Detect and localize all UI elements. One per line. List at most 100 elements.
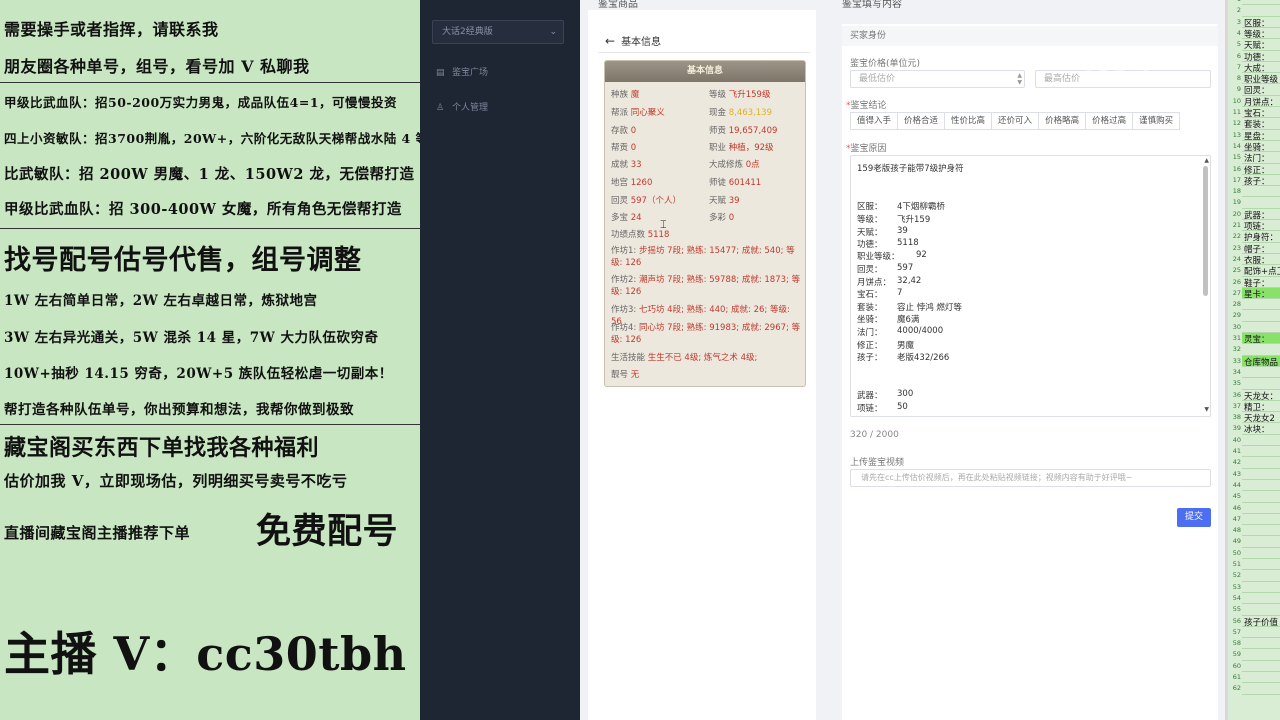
sheet-row-number: 20 <box>1232 209 1241 218</box>
sheet-cell-label[interactable]: 孩子： <box>1244 175 1270 187</box>
sheet-cell-label[interactable]: 天赋： <box>1244 39 1270 51</box>
conclusion-option[interactable]: 谨慎购买 <box>1132 112 1181 130</box>
conclusion-option[interactable]: 价格略高 <box>1038 112 1087 130</box>
sheet-row-number: 34 <box>1232 367 1241 376</box>
stepper-icon[interactable]: ▲ ▼ <box>1017 72 1022 86</box>
sheet-row-number: 36 <box>1232 390 1241 399</box>
sheet-cell-label[interactable]: 灵宝： <box>1244 333 1270 345</box>
sheet-cell-label[interactable]: 宝石： <box>1244 107 1270 119</box>
video-link-input[interactable]: 请先在cc上传估价视频后，再在此处粘贴视频链接；视频内容有助于好评哦~ <box>850 469 1211 487</box>
back-button[interactable]: ← 基本信息 <box>605 33 661 48</box>
sheet-row-number: 41 <box>1232 447 1241 455</box>
scroll-up-icon[interactable]: ▲ <box>1204 157 1209 164</box>
reason-value: 4下烟柳霸桥 <box>897 202 945 212</box>
ad-separator <box>0 228 420 229</box>
sheet-row-number: 48 <box>1232 526 1241 535</box>
game-version-select[interactable]: 大话2经典版 ⌄ <box>432 20 564 44</box>
sheet-row-line <box>1242 671 1280 672</box>
sheet-cell-label[interactable]: 套装： <box>1244 118 1270 130</box>
workshop-row: 作坊2: 潮声坊 7段; 熟练: 59788; 成就: 1873; 等级: 12… <box>611 275 801 297</box>
sheet-cell-label[interactable]: 精卫： <box>1244 401 1270 413</box>
sheet-row-number: 39 <box>1232 424 1241 433</box>
reason-value: 300 <box>897 389 914 399</box>
sheet-cell-label[interactable]: 衣服： <box>1244 254 1270 266</box>
ad-line: 主播 V：cc30tbh <box>4 627 407 681</box>
reason-value: 4000/4000 <box>897 326 944 336</box>
sheet-row-line <box>1242 591 1280 593</box>
sheet-cell-label[interactable]: 星盘： <box>1244 130 1270 142</box>
sheet-row-line <box>1242 693 1280 695</box>
ad-line: 四上小资敏队：招3700荆胤，20W+，六阶化无敌队天梯帮战水陆 4 等 1 <box>4 131 420 146</box>
sheet-cell-label[interactable]: 天龙女2 <box>1244 412 1275 424</box>
sheet-row-line <box>1242 445 1280 446</box>
info-field: 种族 魔 <box>611 90 640 100</box>
ad-overlay-panel: 需要操手或者指挥，请联系我 朋友圈各种单号，组号，看号加 V 私聊我 甲级比武血… <box>0 0 420 720</box>
ad-line: 10W+抽秒 14.15 穷奇，20W+5 族队伍轻松虐一切副本！ <box>4 366 393 382</box>
conclusion-option[interactable]: 还价可入 <box>991 112 1040 130</box>
reason-value: 39 <box>897 226 908 236</box>
market-icon: ▤ <box>436 68 445 78</box>
sheet-cell-label[interactable]: 法门： <box>1244 152 1270 164</box>
sheet-cell-label[interactable]: 配饰+点卫 <box>1244 265 1280 277</box>
sheet-cell-label[interactable]: 星卡： <box>1244 288 1270 300</box>
sheet-row-line <box>1242 648 1280 650</box>
sidebar-item-label: 个人管理 <box>452 103 489 113</box>
sidebar-item-market[interactable]: ▤ 鉴宝广场 <box>436 65 488 78</box>
sidebar-item-personal[interactable]: ♙ 个人管理 <box>436 100 488 113</box>
min-price-input[interactable]: 最低估价 ▲ ▼ <box>850 70 1025 88</box>
sheet-row-line <box>1242 501 1280 503</box>
conclusion-option[interactable]: 价格过高 <box>1085 112 1134 130</box>
sheet-cell-label[interactable]: 职业等级 <box>1244 73 1278 85</box>
sheet-cell-label[interactable]: 等级： <box>1244 28 1270 40</box>
sheet-cell-label[interactable]: 鞋子： <box>1244 277 1270 289</box>
sheet-cell-label[interactable]: 修正： <box>1244 164 1270 176</box>
reason-textarea[interactable]: 159老版孩子能带7级护身符 区服： 4下烟柳霸桥 等级： 飞升159 天赋： … <box>850 155 1211 417</box>
sheet-row-number: 27 <box>1232 288 1241 297</box>
sheet-row-number: 26 <box>1232 277 1241 286</box>
scroll-down-icon[interactable]: ▼ <box>1204 406 1209 413</box>
sheet-cell-label[interactable]: 护身符： <box>1244 231 1278 243</box>
sheet-cell-label[interactable]: 冰块： <box>1244 423 1270 435</box>
info-field: 大成修炼 0点 <box>709 160 760 170</box>
reason-value: 男魔 <box>897 341 915 351</box>
sheet-row-line <box>1242 637 1280 639</box>
sheet-row-line <box>1242 524 1280 526</box>
sheet-cell-label[interactable]: 功德： <box>1244 51 1270 63</box>
sheet-row-number: 38 <box>1232 413 1241 422</box>
sheet-row-number: 45 <box>1232 492 1241 501</box>
sheet-cell-label[interactable]: 天龙女： <box>1244 390 1278 402</box>
sheet-row-number: 35 <box>1232 379 1241 388</box>
sheet-cell-label[interactable]: 大成： <box>1244 62 1270 74</box>
sheet-row-number: 47 <box>1232 514 1241 523</box>
ad-line: 朋友圈各种单号，组号，看号加 V 私聊我 <box>4 57 310 76</box>
sheet-row-number: 51 <box>1232 560 1241 568</box>
sheet-cell-label[interactable]: 项链： <box>1244 220 1270 232</box>
sheet-cell-label[interactable]: 坐骑： <box>1244 141 1270 153</box>
info-field: 职业 种植，92级 <box>709 143 774 153</box>
sheet-row-number: 17 <box>1232 175 1241 184</box>
sheet-row-line <box>1242 490 1280 492</box>
sheet-row-number: 25 <box>1232 266 1241 275</box>
conclusion-option[interactable]: 值得入手 <box>850 112 899 130</box>
sheet-cell-label[interactable]: 孩子价值 <box>1244 616 1278 628</box>
sheet-row-line <box>1242 580 1280 582</box>
sheet-row-number: 42 <box>1232 458 1241 467</box>
sheet-cell-label[interactable]: 武器： <box>1244 209 1270 221</box>
info-field: 成就 33 <box>611 160 642 170</box>
sheet-cell-label[interactable]: 仓库物品 <box>1244 356 1278 368</box>
sheet-row-number: 43 <box>1232 469 1241 478</box>
sheet-row-number: 58 <box>1232 639 1241 648</box>
reason-scrollbar-thumb[interactable] <box>1203 166 1208 296</box>
sheet-row-line <box>1242 467 1280 469</box>
sheet-cell-label[interactable]: 月饼点： <box>1244 96 1278 108</box>
conclusion-option[interactable]: 价格合适 <box>897 112 946 130</box>
video-label: 上传鉴宝视频 <box>850 458 905 468</box>
sheet-cell-label[interactable]: 回灵： <box>1244 84 1270 96</box>
reason-key: 月饼点： <box>857 278 892 288</box>
sheet-cell-label[interactable]: 区服： <box>1244 17 1270 29</box>
sheet-row-number: 40 <box>1232 435 1241 444</box>
sheet-cell-label[interactable]: 帽子： <box>1244 243 1270 255</box>
info-field: 师贡 19,657,409 <box>709 126 778 136</box>
submit-button[interactable]: 提交 <box>1177 508 1211 527</box>
conclusion-option[interactable]: 性价比高 <box>944 112 993 130</box>
